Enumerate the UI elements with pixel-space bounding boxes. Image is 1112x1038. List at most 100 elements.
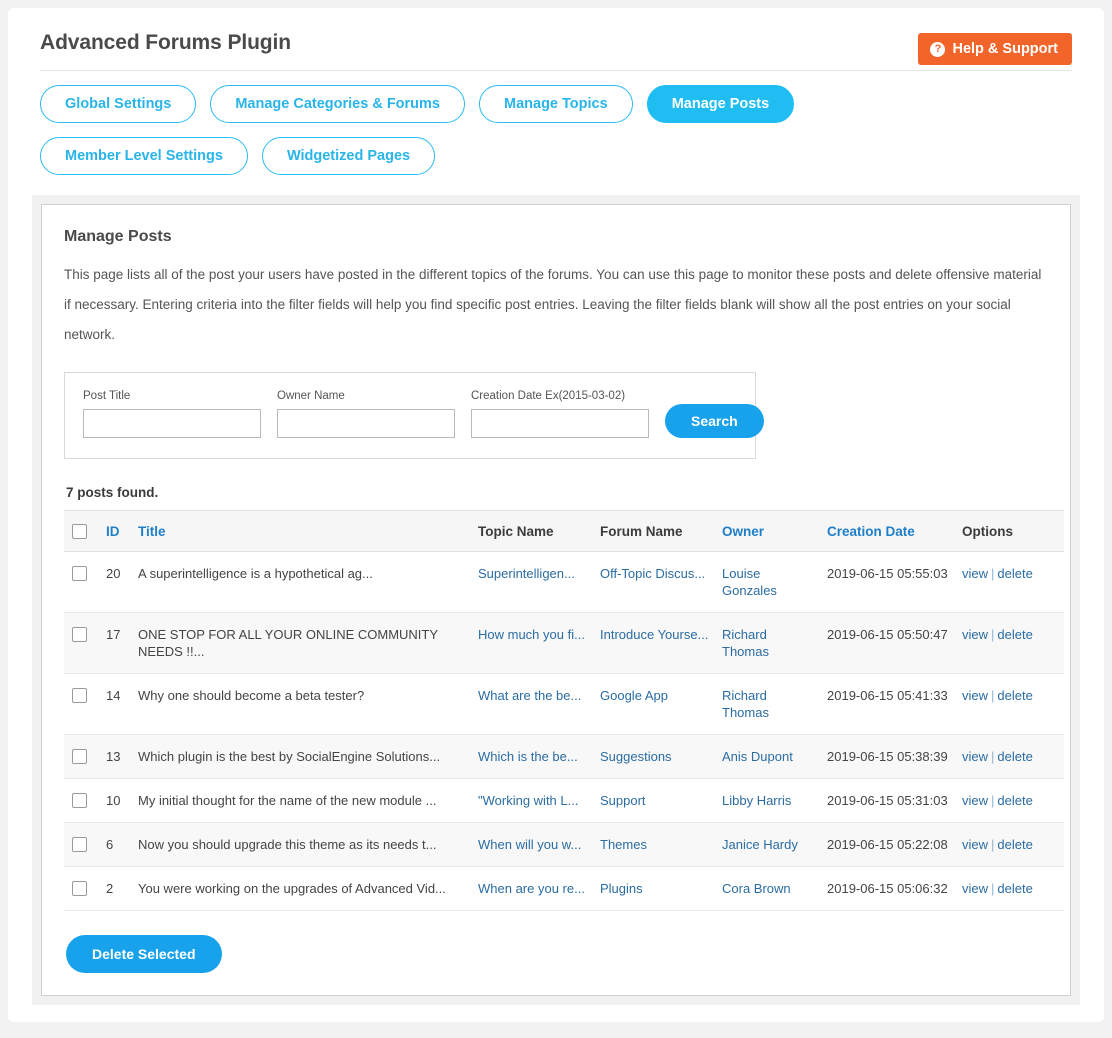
row-select-checkbox[interactable] <box>72 881 87 896</box>
forum-name-link[interactable]: Themes <box>600 837 647 852</box>
delete-link[interactable]: delete <box>997 627 1032 642</box>
tab-manage-posts[interactable]: Manage Posts <box>646 85 795 123</box>
delete-link[interactable]: delete <box>997 566 1032 581</box>
delete-link[interactable]: delete <box>997 688 1032 703</box>
tab-widgetized-pages[interactable]: Widgetized Pages <box>261 137 436 175</box>
column-header-forum: Forum Name <box>594 510 716 552</box>
owner-name-input[interactable] <box>277 409 455 438</box>
topic-name-link[interactable]: What are the be... <box>478 688 581 703</box>
view-link[interactable]: view <box>962 627 988 642</box>
cell-title: A superintelligence is a hypothetical ag… <box>132 551 472 613</box>
cell-id: 2 <box>100 866 132 911</box>
row-select-checkbox[interactable] <box>72 627 87 642</box>
select-all-checkbox[interactable] <box>72 524 87 539</box>
question-circle-icon: ? <box>930 41 946 57</box>
creation-date-input[interactable] <box>471 409 649 438</box>
tab-bar: Global Settings Manage Categories & Forum… <box>8 71 1008 175</box>
column-header-topic: Topic Name <box>472 510 594 552</box>
column-header-id[interactable]: ID <box>100 510 132 552</box>
forum-name-link[interactable]: Suggestions <box>600 749 672 764</box>
creation-date-field-group: Creation Date Ex(2015-03-02) <box>471 389 649 438</box>
cell-title: You were working on the upgrades of Adva… <box>132 866 472 911</box>
forum-name-link[interactable]: Plugins <box>600 881 643 896</box>
cell-owner: Janice Hardy <box>716 822 821 867</box>
owner-link[interactable]: Cora Brown <box>722 881 791 896</box>
owner-link[interactable]: Louise Gonzales <box>722 566 777 598</box>
cell-creation-date: 2019-06-15 05:38:39 <box>821 734 956 779</box>
section-description: This page lists all of the post your use… <box>64 267 1042 342</box>
row-select-checkbox[interactable] <box>72 837 87 852</box>
cell-creation-date: 2019-06-15 05:22:08 <box>821 822 956 867</box>
forum-name-link[interactable]: Support <box>600 793 646 808</box>
posts-table-head: ID Title Topic Name Forum Name Owner Creation… <box>64 510 1064 552</box>
row-select-checkbox[interactable] <box>72 566 87 581</box>
cell-id: 6 <box>100 822 132 867</box>
owner-link[interactable]: Libby Harris <box>722 793 791 808</box>
view-link[interactable]: view <box>962 749 988 764</box>
cell-owner: Anis Dupont <box>716 734 821 779</box>
view-link[interactable]: view <box>962 566 988 581</box>
tab-manage-categories-forums[interactable]: Manage Categories & Forums <box>210 85 466 123</box>
view-link[interactable]: view <box>962 837 988 852</box>
delete-link[interactable]: delete <box>997 837 1032 852</box>
forum-name-link[interactable]: Introduce Yourse... <box>600 627 708 642</box>
cell-creation-date: 2019-06-15 05:50:47 <box>821 612 956 674</box>
column-header-owner[interactable]: Owner <box>716 510 821 552</box>
column-header-date[interactable]: Creation Date <box>821 510 956 552</box>
row-select-cell <box>64 734 100 779</box>
topic-name-link[interactable]: How much you fi... <box>478 627 585 642</box>
post-title-input[interactable] <box>83 409 261 438</box>
table-header-row: ID Title Topic Name Forum Name Owner Creation… <box>64 510 1064 552</box>
creation-date-label: Creation Date Ex(2015-03-02) <box>471 390 626 402</box>
owner-link[interactable]: Richard Thomas <box>722 627 769 659</box>
view-link[interactable]: view <box>962 881 988 896</box>
cell-id: 14 <box>100 673 132 735</box>
cell-forum-name: Plugins <box>594 866 716 911</box>
topic-name-link[interactable]: Which is the be... <box>478 749 578 764</box>
cell-options: view | delete <box>956 734 1064 779</box>
options-separator: | <box>991 837 995 852</box>
page-card: Advanced Forums Plugin ? Help & Support … <box>8 8 1104 1022</box>
row-select-checkbox[interactable] <box>72 688 87 703</box>
manage-posts-panel: Manage Posts This page lists all of the … <box>41 204 1071 996</box>
cell-topic-name: What are the be... <box>472 673 594 735</box>
posts-table: ID Title Topic Name Forum Name Owner Creation… <box>64 510 1064 911</box>
column-header-title[interactable]: Title <box>132 510 472 552</box>
view-link[interactable]: view <box>962 688 988 703</box>
page-title: Advanced Forums Plugin <box>40 31 291 54</box>
delete-link[interactable]: delete <box>997 881 1032 896</box>
table-row: 10 My initial thought for the name of the… <box>64 778 1064 823</box>
column-header-options: Options <box>956 510 1064 552</box>
owner-link[interactable]: Richard Thomas <box>722 688 769 720</box>
cell-forum-name: Introduce Yourse... <box>594 612 716 674</box>
topic-name-link[interactable]: When are you re... <box>478 881 585 896</box>
cell-forum-name: Themes <box>594 822 716 867</box>
cell-title: ONE STOP FOR ALL YOUR ONLINE COMMUNITY N… <box>132 612 472 674</box>
owner-link[interactable]: Janice Hardy <box>722 837 798 852</box>
delete-selected-button[interactable]: Delete Selected <box>66 935 222 973</box>
tab-member-level-settings[interactable]: Member Level Settings <box>40 137 248 175</box>
row-select-cell <box>64 551 100 613</box>
forum-name-link[interactable]: Google App <box>600 688 668 703</box>
delete-link[interactable]: delete <box>997 793 1032 808</box>
help-and-support-label: Help & Support <box>952 41 1058 57</box>
cell-topic-name: "Working with L... <box>472 778 594 823</box>
view-link[interactable]: view <box>962 793 988 808</box>
owner-link[interactable]: Anis Dupont <box>722 749 793 764</box>
options-separator: | <box>991 566 995 581</box>
cell-title: Which plugin is the best by SocialEngine… <box>132 734 472 779</box>
forum-name-link[interactable]: Off-Topic Discus... <box>600 566 705 581</box>
row-select-checkbox[interactable] <box>72 749 87 764</box>
row-select-checkbox[interactable] <box>72 793 87 808</box>
cell-owner: Richard Thomas <box>716 673 821 735</box>
tab-manage-topics[interactable]: Manage Topics <box>479 85 633 123</box>
topic-name-link[interactable]: "Working with L... <box>478 793 578 808</box>
help-and-support-button[interactable]: ? Help & Support <box>918 33 1072 65</box>
search-button[interactable]: Search <box>665 404 764 438</box>
delete-link[interactable]: delete <box>997 749 1032 764</box>
cell-forum-name: Suggestions <box>594 734 716 779</box>
tab-global-settings[interactable]: Global Settings <box>40 85 197 123</box>
topic-name-link[interactable]: Superintelligen... <box>478 566 575 581</box>
post-title-field-group: Post Title <box>83 389 261 438</box>
topic-name-link[interactable]: When will you w... <box>478 837 581 852</box>
